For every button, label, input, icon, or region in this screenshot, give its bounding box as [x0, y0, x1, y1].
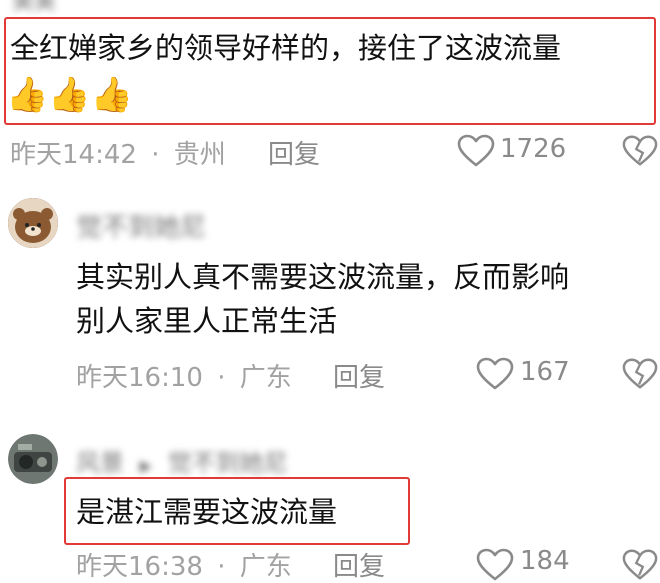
comment-1-meta: 昨天14:42 · 贵州: [10, 134, 226, 171]
comment-3-reply-button[interactable]: 回复: [333, 546, 385, 583]
dislike-icon[interactable]: [622, 548, 658, 582]
comment-1-time: 昨天14:42: [10, 140, 137, 170]
comment-3-reply-to-user[interactable]: 觉不到她尼: [168, 449, 288, 477]
comment-1-reply-button[interactable]: 回复: [268, 134, 320, 171]
dislike-icon[interactable]: [622, 134, 658, 168]
meta-separator: ·: [217, 552, 226, 582]
comment-2-text-line2: 别人家里人正常生活: [76, 304, 338, 338]
comment-2-username[interactable]: 觉不到她尼: [76, 207, 206, 244]
comment-3-location: 广东: [239, 552, 292, 582]
comment-3-meta: 昨天16:38 · 广东: [76, 546, 292, 583]
comment-2-text-line1: 其实别人真不需要这波流量，反而影响: [76, 260, 570, 294]
comment-1-text: 全红婵家乡的领导好样的，接住了这波流量: [10, 31, 562, 65]
comment-3-text: 是湛江需要这波流量: [76, 495, 338, 529]
comment-3-like-count: 184: [520, 546, 570, 576]
comment-3-username[interactable]: 风景: [76, 449, 124, 477]
comment-2-reply-button[interactable]: 回复: [333, 357, 385, 394]
meta-separator: ·: [151, 140, 160, 170]
avatar[interactable]: [8, 434, 58, 484]
comment-1-username[interactable]: 美美: [12, 0, 56, 16]
comment-2-meta: 昨天16:10 · 广东: [76, 357, 292, 394]
avatar[interactable]: [8, 198, 58, 248]
comment-2-like-count: 167: [520, 357, 570, 387]
reply-arrow-icon: ▶: [139, 456, 152, 475]
comment-3-time: 昨天16:38: [76, 552, 203, 582]
heart-icon[interactable]: [457, 134, 495, 168]
thumbs-up-emoji: 👍👍👍: [6, 75, 134, 115]
comment-2-location: 广东: [239, 363, 292, 393]
comment-1-location: 贵州: [173, 140, 226, 170]
heart-icon[interactable]: [476, 357, 514, 391]
meta-separator: ·: [217, 363, 226, 393]
comment-3-header: 风景 ▶ 觉不到她尼: [76, 443, 288, 478]
comment-1-like-count: 1726: [500, 134, 567, 164]
comment-2-time: 昨天16:10: [76, 363, 203, 393]
heart-icon[interactable]: [476, 548, 514, 582]
dislike-icon[interactable]: [622, 357, 658, 391]
